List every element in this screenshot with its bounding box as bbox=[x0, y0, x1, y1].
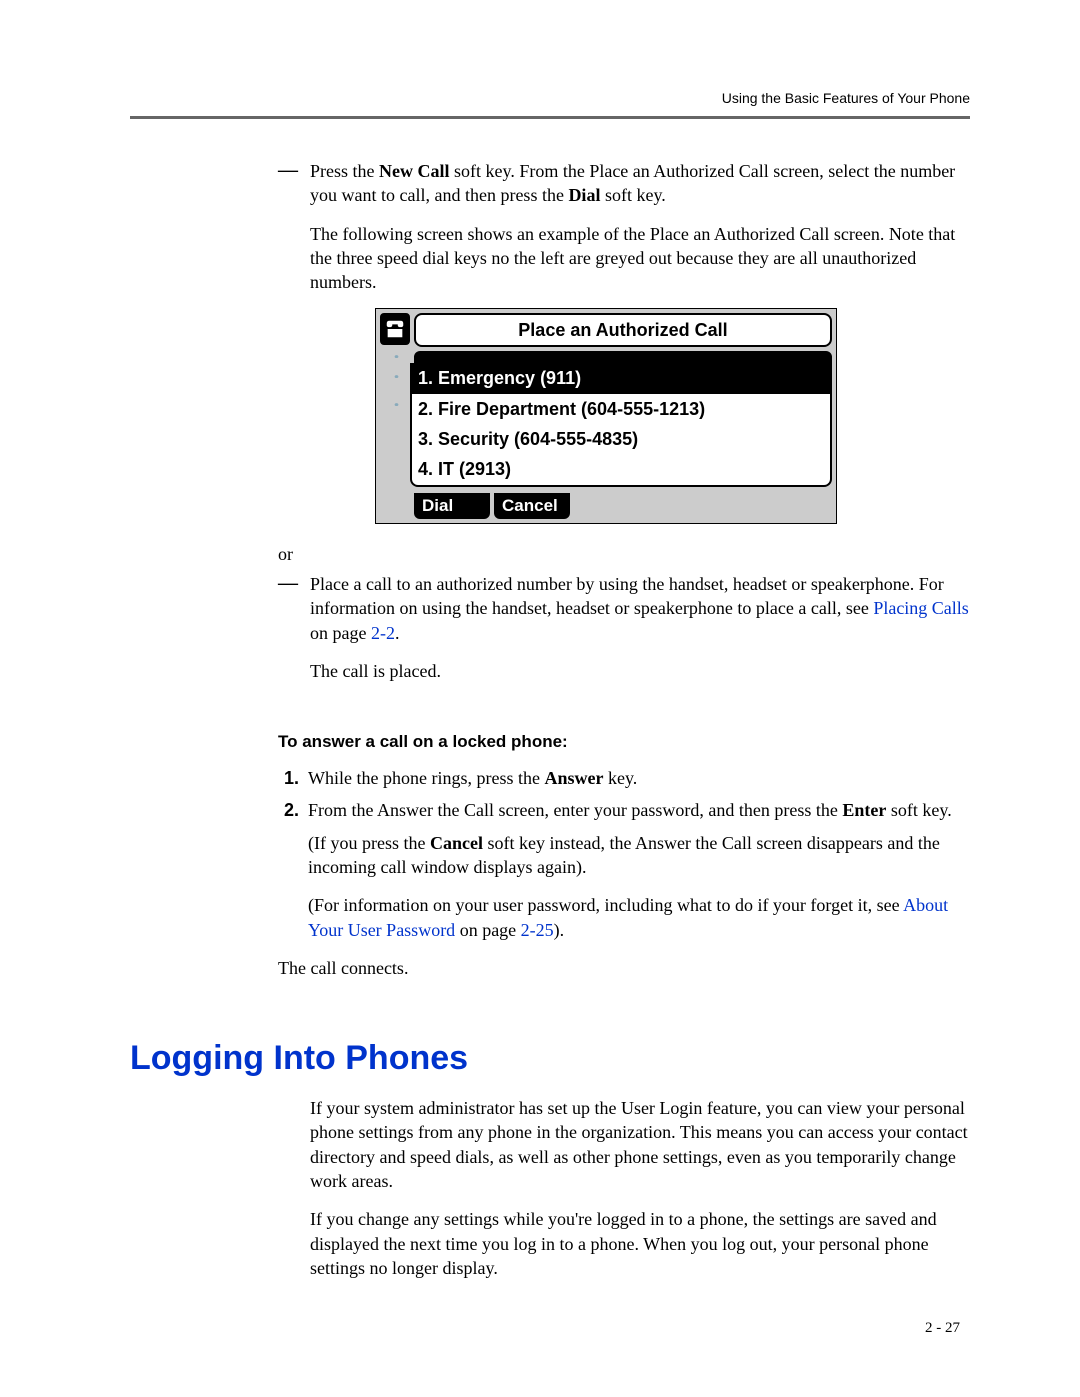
softkey-name-dial: Dial bbox=[568, 185, 600, 205]
list-item: 3. Security (604-555-4835) bbox=[412, 424, 830, 454]
key-name-answer: Answer bbox=[544, 768, 603, 788]
text: soft key. bbox=[600, 185, 665, 205]
text: (For information on your user password, … bbox=[308, 895, 903, 915]
softkey-name-enter: Enter bbox=[842, 800, 886, 820]
text: key. bbox=[603, 768, 637, 788]
phone-screen-list: 1. Emergency (911) 2. Fire Department (6… bbox=[410, 363, 832, 486]
text: Place a call to an authorized number by … bbox=[310, 574, 944, 618]
phone-handset-icon bbox=[380, 313, 410, 345]
speed-dial-icon: ••• bbox=[380, 363, 410, 391]
text: soft key. bbox=[886, 800, 951, 820]
explanatory-paragraph: The following screen shows an example of… bbox=[310, 222, 970, 295]
text: on page bbox=[455, 920, 520, 940]
speed-dial-icon: ••• bbox=[380, 351, 410, 363]
dash-icon: — bbox=[278, 159, 310, 181]
header-rule bbox=[130, 116, 970, 119]
text: on page bbox=[310, 623, 371, 643]
softkey-cancel: Cancel bbox=[494, 493, 570, 519]
list-item: 1. Emergency (911) bbox=[412, 363, 830, 393]
link-placing-calls[interactable]: Placing Calls bbox=[873, 598, 969, 618]
page-ref[interactable]: 2-25 bbox=[521, 920, 554, 940]
phone-screen-figure: Place an Authorized Call ••• ••• ••• bbox=[375, 308, 837, 523]
step-2: From the Answer the Call screen, enter y… bbox=[304, 798, 970, 941]
text: While the phone rings, press the bbox=[308, 768, 544, 788]
section-paragraph: If you change any settings while you're … bbox=[310, 1207, 970, 1280]
running-title: Using the Basic Features of Your Phone bbox=[722, 90, 970, 106]
dash-icon: — bbox=[278, 572, 310, 594]
subheading-answer-call: To answer a call on a locked phone: bbox=[278, 731, 970, 754]
softkey-name-cancel: Cancel bbox=[430, 833, 483, 853]
text: . bbox=[395, 623, 400, 643]
text: (If you press the bbox=[308, 833, 430, 853]
text: ). bbox=[554, 920, 565, 940]
section-paragraph: If your system administrator has set up … bbox=[310, 1096, 970, 1193]
bullet-handset: — Place a call to an authorized number b… bbox=[278, 572, 970, 697]
page-number: 2 - 27 bbox=[925, 1320, 960, 1337]
result-text: The call is placed. bbox=[310, 659, 970, 683]
bullet-new-call: — Press the New Call soft key. From the … bbox=[278, 159, 970, 534]
text: Press the bbox=[310, 161, 379, 181]
speed-dial-icon: ••• bbox=[380, 391, 410, 419]
running-header: Using the Basic Features of Your Phone bbox=[130, 90, 970, 106]
step-1: While the phone rings, press the Answer … bbox=[304, 766, 970, 790]
softkey-dial: Dial bbox=[414, 493, 490, 519]
phone-screen-title: Place an Authorized Call bbox=[414, 313, 832, 347]
section-heading-logging-into-phones: Logging Into Phones bbox=[130, 1036, 970, 1082]
or-separator: or bbox=[278, 542, 970, 566]
result-text: The call connects. bbox=[278, 956, 970, 980]
softkey-name-new-call: New Call bbox=[379, 161, 450, 181]
page-ref[interactable]: 2-2 bbox=[371, 623, 395, 643]
list-item: 4. IT (2913) bbox=[412, 454, 830, 484]
list-item: 2. Fire Department (604-555-1213) bbox=[412, 394, 830, 424]
text: From the Answer the Call screen, enter y… bbox=[308, 800, 842, 820]
